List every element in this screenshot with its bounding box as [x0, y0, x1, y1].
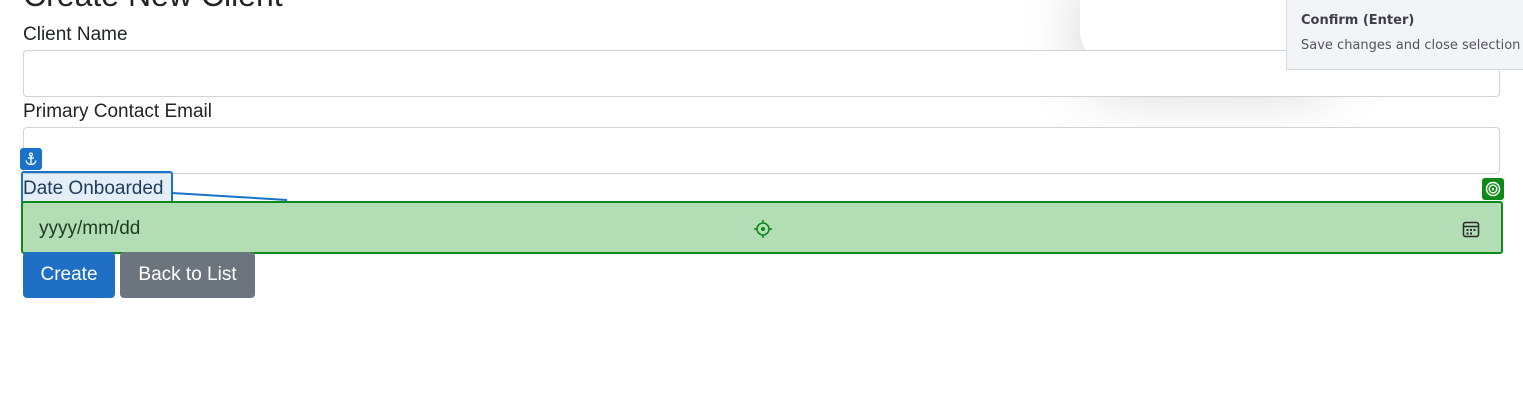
client-name-input[interactable] — [23, 50, 1500, 97]
create-button[interactable]: Create — [23, 252, 115, 298]
client-name-label: Client Name — [23, 24, 128, 45]
date-onboarded-input[interactable]: yyyy/mm/dd — [21, 201, 1503, 254]
calendar-icon[interactable] — [1461, 219, 1481, 239]
email-label: Primary Contact Email — [23, 101, 212, 122]
email-input[interactable] — [23, 127, 1500, 174]
target-icon — [1482, 178, 1504, 200]
confirm-tooltip: Confirm (Enter) Save changes and close s… — [1286, 0, 1523, 70]
create-client-page: Create New Client Client Name Primary Co… — [0, 0, 1523, 405]
back-to-list-button[interactable]: Back to List — [120, 252, 255, 298]
anchor-icon — [20, 148, 42, 170]
date-onboarded-label: Date Onboarded — [23, 178, 164, 199]
crosshair-icon — [753, 219, 773, 239]
date-placeholder: yyyy/mm/dd — [39, 218, 141, 239]
tooltip-description: Save changes and close selection — [1301, 38, 1521, 53]
tooltip-title: Confirm (Enter) — [1301, 13, 1415, 28]
page-title: Create New Client — [23, 0, 283, 14]
